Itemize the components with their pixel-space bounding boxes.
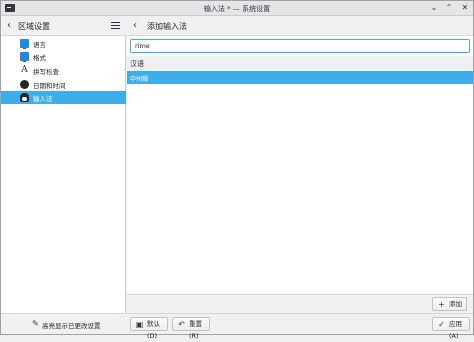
add-button[interactable]: + 添加 (432, 297, 467, 311)
sidebar-item-label: 日期和时间 (33, 82, 66, 90)
sidebar-item-spellcheck[interactable]: A 拼写检查 (1, 64, 126, 77)
defaults-button-label: 默认(D) (147, 320, 160, 340)
list-item[interactable]: 中州韻 (127, 71, 473, 84)
monitor-icon (20, 52, 29, 62)
sidebar-item-label: 拼写检查 (33, 68, 59, 76)
sidebar-footer: ✎ 高亮显示已更改设置 (1, 313, 126, 334)
add-button-wrapper: + 添加 (432, 297, 467, 311)
titlebar: 输入法 * — 系统设置 ⌄ ⌃ ✕ (1, 1, 473, 16)
sidebar-item-label: 语言 (33, 41, 46, 49)
sidebar-title: 区域设置 (18, 22, 50, 31)
search-input[interactable] (130, 39, 470, 53)
apply-button-label: 应用(A) (449, 320, 462, 340)
sidebar-item-label: 格式 (33, 54, 46, 62)
defaults-button[interactable]: ▣ 默认(D) (130, 317, 168, 340)
sidebar: ‹ 区域设置 语言 格式 A 拼写检查 日期和时间 输入法 ✎ 高亮显示已更改设… (1, 16, 126, 334)
close-button[interactable]: ✕ (459, 2, 471, 14)
list-item-label: 中州韻 (130, 76, 149, 83)
main-content: ‹ 添加输入法 汉语 中州韻 + 添加 ▣ 默认(D) ↶ (127, 16, 473, 340)
clock-icon (20, 80, 29, 89)
hamburger-menu-icon[interactable] (111, 22, 120, 29)
list-toolbar: + 添加 (127, 294, 473, 313)
undo-icon: ↶ (178, 320, 185, 329)
back-chevron-icon[interactable]: ‹ (7, 20, 11, 31)
minimize-button[interactable]: ⌄ (428, 2, 440, 14)
bottom-bar: ▣ 默认(D) ↶ 重置(R) ✓ 应用(A) (127, 313, 473, 340)
monitor-icon (20, 39, 29, 49)
spellcheck-icon: A (21, 65, 28, 75)
sidebar-item-language[interactable]: 语言 (1, 37, 126, 50)
page-header: ‹ 添加输入法 (127, 16, 473, 36)
defaults-icon: ▣ (135, 320, 144, 329)
apply-button[interactable]: ✓ 应用(A) (432, 317, 470, 340)
back-chevron-icon[interactable]: ‹ (133, 20, 137, 31)
highlight-changed-settings-button[interactable]: 高亮显示已更改设置 (42, 320, 101, 330)
sidebar-item-input-method[interactable]: 输入法 (1, 91, 126, 104)
system-settings-window: 输入法 * — 系统设置 ⌄ ⌃ ✕ ‹ 区域设置 语言 格式 A 拼写检查 日… (0, 0, 474, 340)
reset-button-label: 重置(R) (189, 320, 202, 340)
tux-icon (20, 93, 29, 102)
add-button-label: 添加 (449, 300, 462, 308)
group-header: 汉语 (127, 56, 473, 70)
sidebar-item-label: 输入法 (33, 95, 53, 103)
reset-button[interactable]: ↶ 重置(R) (172, 317, 210, 340)
highlight-brush-icon: ✎ (32, 319, 39, 328)
plus-icon: + (438, 300, 445, 309)
maximize-button[interactable]: ⌃ (443, 2, 455, 14)
sidebar-header: ‹ 区域设置 (1, 16, 126, 36)
window-title: 输入法 * — 系统设置 (203, 5, 271, 13)
checkmark-icon: ✓ (438, 320, 445, 329)
group-label: 汉语 (130, 60, 144, 68)
sidebar-item-date-time[interactable]: 日期和时间 (1, 78, 126, 91)
page-title: 添加输入法 (147, 22, 187, 31)
sidebar-item-formats[interactable]: 格式 (1, 50, 126, 63)
